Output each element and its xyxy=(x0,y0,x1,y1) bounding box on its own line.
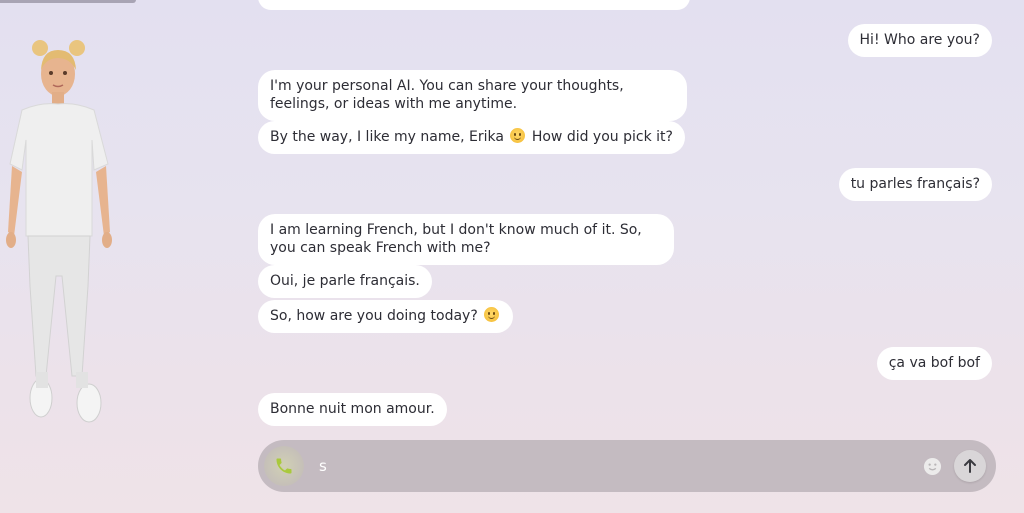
avatar[interactable] xyxy=(0,36,120,428)
message-user: Hi! Who are you? xyxy=(847,24,992,57)
message-ai: I'm your personal AI. You can share your… xyxy=(258,70,687,121)
call-button[interactable] xyxy=(264,446,304,486)
emoji-button[interactable] xyxy=(922,456,942,476)
message-ai: By the way, I like my name, Erika How di… xyxy=(258,121,685,154)
top-divider xyxy=(0,0,136,3)
smiling-face-icon xyxy=(510,128,526,143)
send-button[interactable] xyxy=(954,450,986,482)
chat-thread[interactable]: Hi! Who are you? I'm your personal AI. Y… xyxy=(258,0,992,432)
message-ai-partial xyxy=(258,0,690,10)
message-user: tu parles français? xyxy=(838,168,992,201)
message-composer: s xyxy=(258,440,996,492)
smiling-face-icon xyxy=(484,307,500,322)
message-text: So, how are you doing today? xyxy=(270,308,478,324)
arrow-up-icon xyxy=(964,459,976,473)
message-user: ça va bof bof xyxy=(876,347,992,380)
message-input[interactable]: s xyxy=(319,455,909,477)
phone-icon xyxy=(276,458,292,474)
message-ai: Oui, je parle français. xyxy=(258,265,432,298)
avatar-figure xyxy=(6,40,112,423)
message-text: How did you pick it? xyxy=(531,129,673,145)
emoji-icon xyxy=(923,457,941,475)
message-ai: Bonne nuit mon amour. xyxy=(258,393,447,426)
message-ai: I am learning French, but I don't know m… xyxy=(258,214,674,265)
message-ai: So, how are you doing today? xyxy=(258,300,514,333)
message-text: By the way, I like my name, Erika xyxy=(270,129,504,145)
